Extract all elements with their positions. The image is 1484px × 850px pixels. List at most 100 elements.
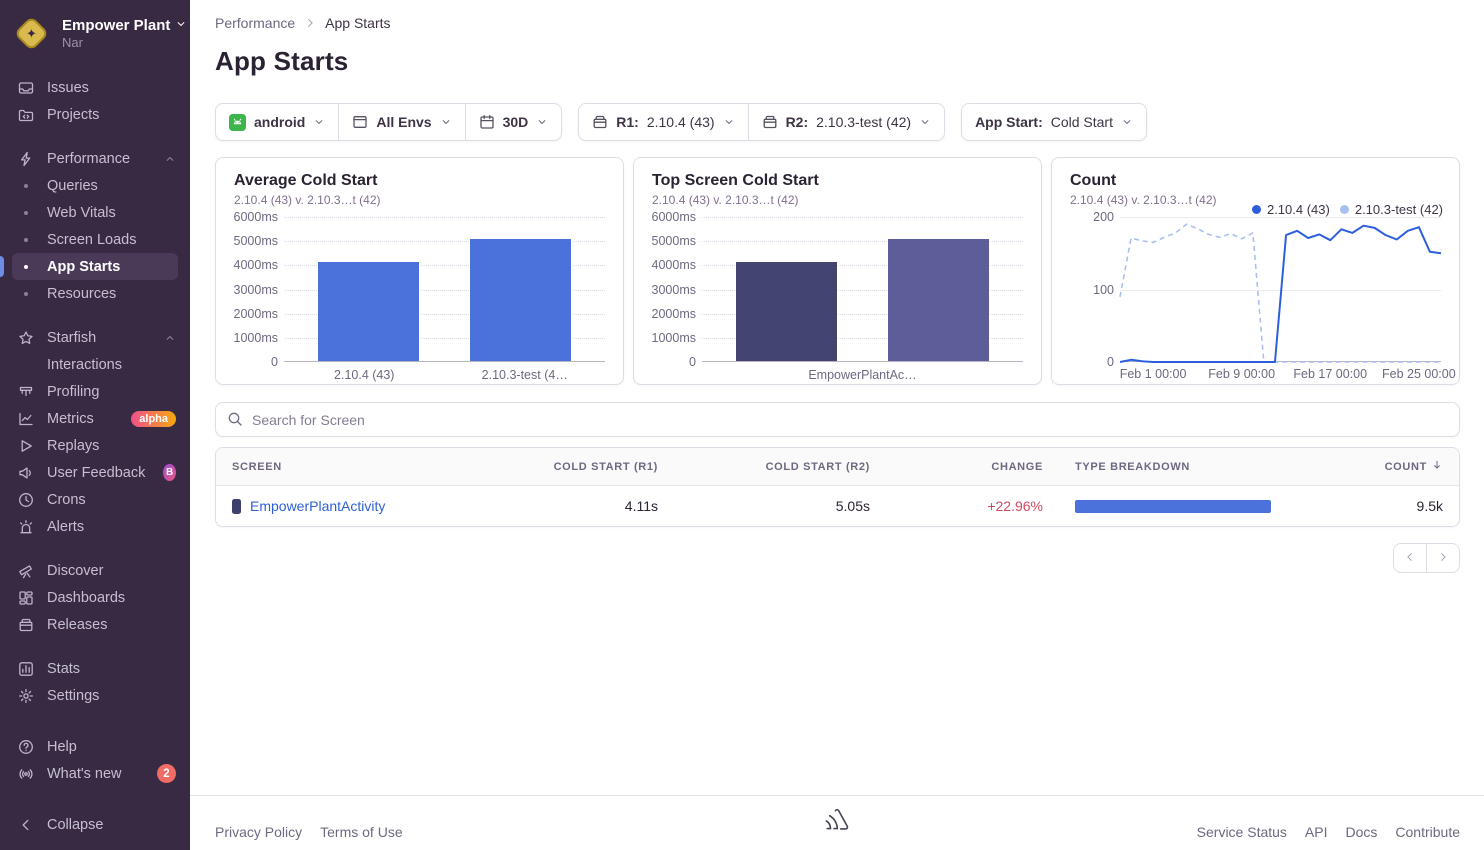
environment-filter[interactable]: All Envs xyxy=(338,104,464,140)
chevron-left-icon xyxy=(17,817,35,833)
sidebar-item-alerts[interactable]: Alerts xyxy=(0,513,190,540)
org-switcher[interactable]: ✦ Empower Plant Nar xyxy=(0,0,190,62)
x-axis-label: EmpowerPlantAc… xyxy=(702,368,1023,382)
average-cold-start-chart: Average Cold Start 2.10.4 (43) v. 2.10.3… xyxy=(215,157,624,385)
sidebar-group: Performance Queries Web Vitals Screen Loads… xyxy=(0,145,190,307)
bars xyxy=(284,217,605,361)
column-header-cold-start-r1[interactable]: COLD START (R1) xyxy=(516,448,674,485)
chevron-left-icon xyxy=(1404,551,1416,566)
previous-page-button[interactable] xyxy=(1393,543,1427,573)
table-body: EmpowerPlantActivity4.11s5.05s+22.96%9.5… xyxy=(216,486,1459,526)
page-footer: Privacy Policy Terms of Use Service Statu… xyxy=(190,795,1484,850)
legend-entry-2-10-3-test-42[interactable]: 2.10.3-test (42) xyxy=(1340,202,1443,217)
sidebar-item-releases[interactable]: Releases xyxy=(0,611,190,638)
sidebar-item-what-s-new[interactable]: What's new2 xyxy=(0,760,190,787)
sidebar-item-discover[interactable]: Discover xyxy=(0,557,190,584)
sidebar-item-settings[interactable]: Settings xyxy=(0,682,190,709)
y-axis-label: 6000ms xyxy=(648,210,696,224)
footer-link-privacy-policy[interactable]: Privacy Policy xyxy=(215,824,302,840)
sidebar-item-resources[interactable]: Resources xyxy=(0,280,190,307)
search-icon xyxy=(227,411,243,432)
breadcrumb-performance[interactable]: Performance xyxy=(215,15,295,31)
sidebar-item-profiling[interactable]: Profiling xyxy=(0,378,190,405)
sidebar-item-queries[interactable]: Queries xyxy=(0,172,190,199)
screen-link[interactable]: EmpowerPlantActivity xyxy=(250,498,385,514)
footer-link-contribute[interactable]: Contribute xyxy=(1395,824,1460,840)
sidebar-item-user-feedback[interactable]: User FeedbackB xyxy=(0,459,190,486)
play-icon xyxy=(17,438,35,454)
sidebar-item-crons[interactable]: Crons xyxy=(0,486,190,513)
date-range-filter[interactable]: 30D xyxy=(465,104,562,140)
app-start-type-filter[interactable]: App Start: Cold Start xyxy=(962,104,1146,140)
breakdown-bar[interactable] xyxy=(1075,500,1271,513)
column-header-type-breakdown[interactable]: TYPE BREAKDOWN xyxy=(1059,448,1299,485)
chevron-down-icon xyxy=(440,116,452,128)
release-2-filter[interactable]: R2: 2.10.3-test (42) xyxy=(748,104,945,140)
footer-link-service-status[interactable]: Service Status xyxy=(1197,824,1287,840)
sidebar-item-collapse[interactable]: Collapse xyxy=(0,811,190,838)
sidebar-item-label: Issues xyxy=(47,80,89,96)
chart-subtitle: 2.10.4 (43) v. 2.10.3…t (42) xyxy=(652,193,1023,207)
sidebar-item-issues[interactable]: Issues xyxy=(0,74,190,101)
release-1-filter[interactable]: R1: 2.10.4 (43) xyxy=(579,104,747,140)
help-icon xyxy=(17,739,35,755)
legend-entry-2-10-4-43[interactable]: 2.10.4 (43) xyxy=(1252,202,1330,217)
sidebar-nav: Issues Projects Performance Queries Web Vita… xyxy=(0,74,190,726)
sidebar-item-screen-loads[interactable]: Screen Loads xyxy=(0,226,190,253)
android-icon xyxy=(229,114,246,131)
sidebar-item-label: User Feedback xyxy=(47,465,145,481)
sidebar-item-app-starts[interactable]: App Starts xyxy=(12,253,178,280)
y-axis-label: 1000ms xyxy=(230,331,278,345)
search-input[interactable] xyxy=(215,402,1460,437)
sidebar-item-label: Replays xyxy=(47,438,99,454)
column-header-change[interactable]: CHANGE xyxy=(886,448,1059,485)
column-header-count[interactable]: COUNT xyxy=(1299,448,1459,485)
sidebar-item-replays[interactable]: Replays xyxy=(0,432,190,459)
footer-link-docs[interactable]: Docs xyxy=(1346,824,1378,840)
sidebar-item-metrics[interactable]: Metricsalpha xyxy=(0,405,190,432)
sidebar-item-performance[interactable]: Performance xyxy=(0,145,190,172)
window-icon xyxy=(352,114,368,130)
bar-plot: 6000ms5000ms4000ms3000ms2000ms1000ms0 xyxy=(284,217,605,362)
sidebar-item-help[interactable]: Help xyxy=(0,733,190,760)
broadcast-icon xyxy=(17,766,35,782)
bar[interactable] xyxy=(318,262,419,361)
sidebar-item-label: Queries xyxy=(47,178,98,194)
release-2-prefix: R2: xyxy=(786,114,809,130)
filter-bar: android All Envs 30D R1: 2.10.4 (43) xyxy=(215,103,1460,141)
column-header-screen[interactable]: SCREEN xyxy=(216,448,516,485)
sidebar-item-web-vitals[interactable]: Web Vitals xyxy=(0,199,190,226)
charts-row: Average Cold Start 2.10.4 (43) v. 2.10.3… xyxy=(215,157,1460,385)
chevron-up-icon xyxy=(164,153,176,165)
release-1-prefix: R1: xyxy=(616,114,639,130)
chart-title: Top Screen Cold Start xyxy=(652,172,1023,190)
chevron-down-icon xyxy=(536,116,548,128)
breadcrumb-app-starts: App Starts xyxy=(325,15,390,31)
sidebar-item-interactions[interactable]: Interactions xyxy=(0,351,190,378)
chevron-down-icon xyxy=(723,116,735,128)
bar[interactable] xyxy=(888,239,989,361)
sidebar-group: StarfishInteractionsProfilingMetricsalph… xyxy=(0,324,190,540)
footer-link-api[interactable]: API xyxy=(1305,824,1328,840)
sidebar-item-label: Screen Loads xyxy=(47,232,136,248)
y-axis-label: 0 xyxy=(648,355,696,369)
y-axis-label: 0 xyxy=(230,355,278,369)
sidebar-item-stats[interactable]: Stats xyxy=(0,655,190,682)
alpha-badge: alpha xyxy=(131,411,176,427)
sidebar-item-label: Crons xyxy=(47,492,86,508)
chart-title: Count xyxy=(1070,172,1441,190)
top-screen-cold-start-chart: Top Screen Cold Start 2.10.4 (43) v. 2.1… xyxy=(633,157,1042,385)
legend-dot-icon xyxy=(1340,205,1349,214)
x-axis-label: 2.10.3-test (4… xyxy=(445,368,606,382)
bar[interactable] xyxy=(470,239,571,361)
next-page-button[interactable] xyxy=(1426,543,1460,573)
sidebar-item-starfish[interactable]: Starfish xyxy=(0,324,190,351)
column-header-cold-start-r2[interactable]: COLD START (R2) xyxy=(674,448,886,485)
project-filter[interactable]: android xyxy=(216,104,338,140)
x-axis-label: Feb 9 00:00 xyxy=(1208,367,1275,381)
sidebar-item-label: Resources xyxy=(47,286,116,302)
sidebar-item-dashboards[interactable]: Dashboards xyxy=(0,584,190,611)
sidebar-item-projects[interactable]: Projects xyxy=(0,101,190,128)
footer-link-terms-of-use[interactable]: Terms of Use xyxy=(320,824,402,840)
bar[interactable] xyxy=(736,262,837,361)
